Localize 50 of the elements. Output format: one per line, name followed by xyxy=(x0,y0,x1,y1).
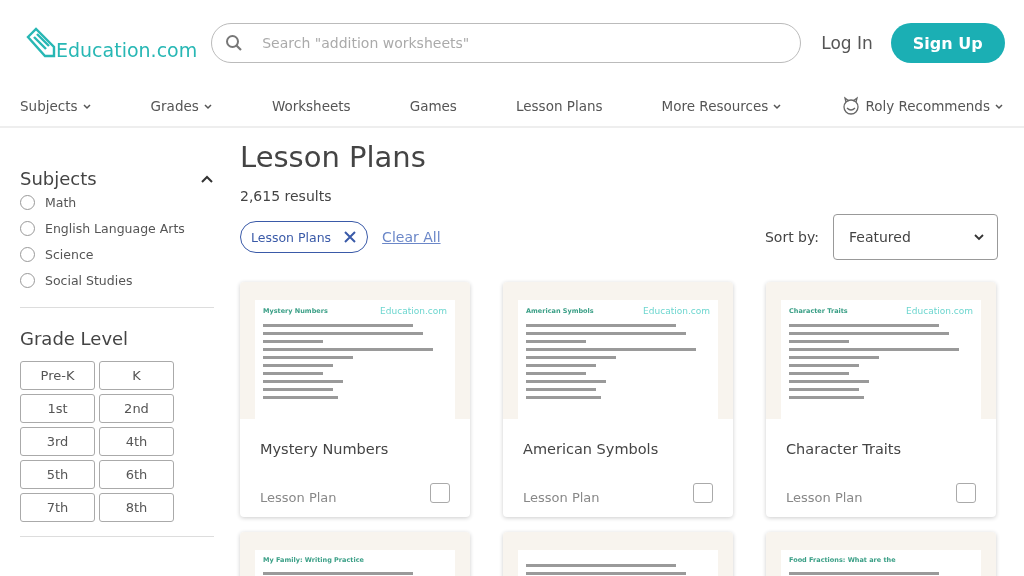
nav-item[interactable]: Lesson Plans xyxy=(516,98,603,114)
chevron-icon xyxy=(772,102,783,110)
mascot-icon xyxy=(841,96,862,116)
chevron-icon xyxy=(202,102,213,110)
grade-button[interactable]: 1st xyxy=(20,394,95,423)
grade-button[interactable]: 5th xyxy=(20,460,95,489)
login-link[interactable]: Log In xyxy=(821,33,873,53)
option-label[interactable]: Social Studies xyxy=(45,272,133,288)
grade-button[interactable]: 8th xyxy=(99,493,174,522)
card-title: Mystery Numbers xyxy=(260,441,390,457)
close-icon xyxy=(343,230,358,244)
checkbox[interactable] xyxy=(693,483,713,503)
section-title: Subjects xyxy=(20,168,97,189)
option-label[interactable]: English Language Arts xyxy=(45,220,185,236)
checkbox[interactable] xyxy=(956,483,976,503)
grade-button[interactable]: K xyxy=(99,361,174,390)
results-count: 2,615 results xyxy=(240,188,333,204)
card-type: Lesson Plan xyxy=(523,489,600,505)
grade-button[interactable]: Pre-K xyxy=(20,361,95,390)
nav-item[interactable]: Roly Recommends xyxy=(841,96,1004,116)
sort-dropdown[interactable]: Featured xyxy=(833,214,998,260)
grade-button[interactable]: 2nd xyxy=(99,394,174,423)
grade-button[interactable]: 6th xyxy=(99,460,174,489)
nav-item[interactable]: More Resources xyxy=(661,98,783,114)
chevron-icon xyxy=(81,102,92,110)
card-title: American Symbols xyxy=(523,441,660,457)
checkbox[interactable] xyxy=(430,483,450,503)
nav-item[interactable]: Grades xyxy=(150,98,213,114)
chevron-icon xyxy=(993,102,1004,110)
option-label[interactable]: Math xyxy=(45,194,77,210)
nav-item[interactable]: Subjects xyxy=(20,98,92,114)
chevron-icon xyxy=(973,233,985,241)
grade-button[interactable]: 7th xyxy=(20,493,95,522)
card-title: Character Traits xyxy=(786,441,903,457)
card-type: Lesson Plan xyxy=(786,489,863,505)
preview-logo: Education.com xyxy=(906,306,973,316)
section-title: Grade Level xyxy=(20,328,130,349)
option-label[interactable]: Science xyxy=(45,246,94,262)
search-field[interactable]: Search "addition worksheets" xyxy=(211,23,802,63)
nav-item[interactable]: Worksheets xyxy=(271,98,351,114)
preview-logo: Education.com xyxy=(643,306,710,316)
sort-label: Sort by: xyxy=(764,229,819,245)
grade-button[interactable]: 3rd xyxy=(20,427,95,456)
search-icon xyxy=(225,34,244,52)
nav-item[interactable]: Games xyxy=(409,98,457,114)
page-title: Lesson Plans xyxy=(240,140,427,174)
clear-all-link[interactable]: Clear All xyxy=(382,229,441,245)
preview-logo: Education.com xyxy=(380,306,447,316)
card-type: Lesson Plan xyxy=(260,489,337,505)
grade-button[interactable]: 4th xyxy=(99,427,174,456)
